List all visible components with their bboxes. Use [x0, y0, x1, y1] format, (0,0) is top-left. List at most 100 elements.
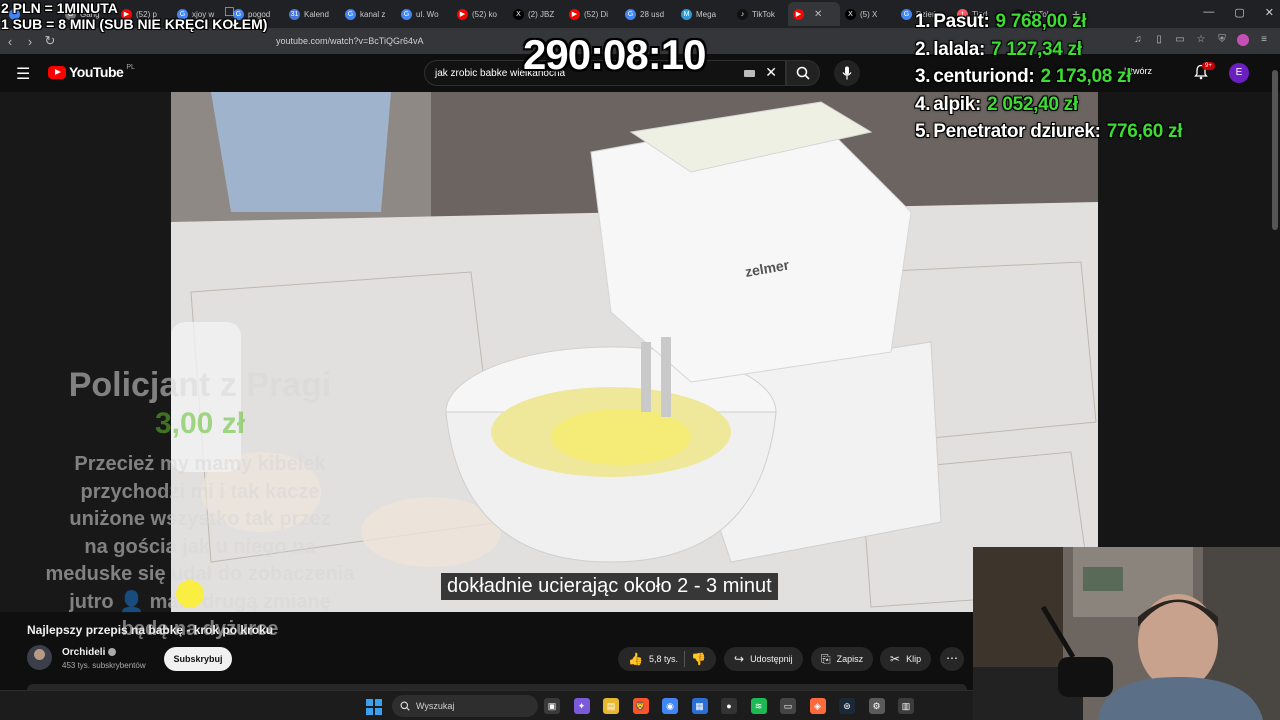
close-tab-icon[interactable]: ✕ [814, 9, 822, 20]
tab-favicon-icon: G [625, 8, 636, 20]
leaderboard-amount: 2 052,40 zł [987, 93, 1078, 115]
donation-rate-overlay: 2 PLN = 1MINUTA 1 SUB = 8 MIN (SUB NIE K… [1, 0, 267, 32]
browser-tab[interactable]: X (2) JBZ [508, 2, 564, 26]
browser-tab[interactable]: M Mega [676, 2, 732, 26]
youtube-play-icon [48, 65, 66, 79]
cursor-highlight [176, 580, 204, 608]
leaderboard-name: centuriond: [933, 66, 1035, 87]
leaderboard-amount: 7 127,34 zł [991, 38, 1082, 60]
steam-icon[interactable]: ⊛ [839, 698, 855, 714]
browser-tab[interactable]: 31 Kalend [284, 2, 340, 26]
url-field[interactable]: youtube.com/watch?v=BcTiQGr64vA [276, 36, 423, 46]
menu-icon[interactable]: ≡ [1258, 34, 1270, 46]
subscriber-count: 453 tys. subskrybentów [62, 661, 146, 670]
tab-favicon-icon: ♪ [737, 8, 748, 20]
browser-tab[interactable]: Gul. Wo [396, 2, 452, 26]
profile-icon[interactable] [1237, 34, 1249, 46]
browser-tab[interactable]: ▶ (52) ko [452, 2, 508, 26]
dislike-icon[interactable]: 👎 [691, 652, 706, 666]
leaderboard-row: 5. Penetrator dziurek: 776,60 zł [915, 118, 1182, 146]
save-button[interactable]: ⎘ Zapisz [811, 647, 874, 671]
verified-icon [108, 648, 117, 657]
webcam-image [973, 547, 1280, 720]
donation-amount: 3,00 zł [154, 407, 246, 440]
taskbar-search-icon [400, 701, 410, 711]
browser-icon[interactable]: ◈ [809, 698, 826, 714]
window-controls: — ▢ ✕ [1203, 6, 1274, 19]
page-scrollbar[interactable] [1272, 70, 1278, 230]
leaderboard-row: 3. centuriond: 2 173,08 zł [915, 63, 1182, 91]
forward-icon[interactable]: › [20, 34, 40, 49]
video-subtitle: dokładnie ucierając około 2 - 3 minut [441, 573, 778, 600]
reload-icon[interactable]: ↻ [40, 33, 60, 49]
subscribe-button[interactable]: Subskrybuj [164, 647, 232, 671]
back-icon[interactable]: ‹ [0, 34, 20, 49]
channel-avatar[interactable] [27, 645, 52, 670]
leaderboard-amount: 9 768,00 zł [995, 11, 1087, 32]
keyboard-icon[interactable] [744, 70, 755, 77]
copilot-icon[interactable]: ✦ [573, 698, 590, 714]
calculator-icon[interactable]: ▥ [898, 698, 914, 714]
youtube-logo[interactable]: YouTube PL [48, 64, 135, 80]
brave-icon[interactable]: 🦁 [632, 698, 649, 714]
browser-tab[interactable]: ▶ (52) Di [564, 2, 620, 26]
right-background [1098, 92, 1280, 547]
tab-favicon-icon: X [845, 8, 856, 20]
tab-label: 28 usd [640, 9, 665, 19]
monitor-app-icon[interactable]: ▭ [780, 698, 796, 714]
tab-favicon-icon: 31 [289, 8, 300, 20]
clip-button[interactable]: ✂ Klip [880, 647, 932, 671]
settings-icon[interactable]: ⚙ [868, 698, 885, 714]
windows-start-icon[interactable] [366, 699, 382, 715]
donation-message-line: na gościa jak u niego na [84, 535, 316, 558]
tab-favicon-icon: ▶ [457, 8, 468, 20]
more-actions-button[interactable]: ⋯ [940, 647, 964, 671]
leaderboard-amount: 776,60 zł [1106, 121, 1183, 142]
tab-label: ul. Wo [416, 9, 439, 19]
maximize-icon[interactable]: ▢ [1234, 6, 1244, 19]
clear-search-icon[interactable]: ✕ [765, 64, 777, 81]
channel-name[interactable]: Orchideli [62, 647, 117, 658]
tab-favicon-icon: ▶ [793, 8, 804, 20]
save-icon: ⎘ [821, 651, 831, 666]
leaderboard-row: 2. lalala: 7 127,34 zł [915, 36, 1182, 64]
shield-icon[interactable]: ⛨ [1216, 34, 1228, 46]
search-button[interactable] [786, 60, 820, 86]
task-view-icon[interactable]: ▣ [544, 698, 560, 714]
close-window-icon[interactable]: ✕ [1265, 6, 1274, 19]
scissors-icon: ✂ [890, 652, 901, 666]
leaderboard-amount: 2 173,08 zł [1040, 66, 1132, 87]
donation-message: Przecież my mamy kibelek przychodzi mi i … [20, 451, 380, 644]
browser-tab[interactable]: G 28 usd [620, 2, 676, 26]
account-avatar[interactable]: E [1229, 63, 1249, 83]
leaderboard-rank: 4. [915, 93, 931, 115]
store-icon[interactable]: ▦ [691, 698, 708, 714]
like-icon[interactable]: 👍 [628, 652, 643, 666]
leaderboard-row: 1. Pasut: 9 768,00 zł [915, 8, 1182, 36]
like-count[interactable]: 5,8 tys. [649, 654, 678, 664]
spotify-icon[interactable]: ≋ [750, 698, 767, 714]
leaderboard-rank: 3. [915, 66, 931, 87]
star-icon[interactable]: ☆ [1195, 34, 1207, 46]
hamburger-menu-icon[interactable]: ☰ [16, 64, 30, 84]
country-code: PL [126, 63, 135, 71]
browser-tab[interactable]: ▶ ✕ [788, 2, 840, 26]
browser-tab[interactable]: X (5) X [840, 2, 896, 26]
webcam-feed [973, 547, 1280, 720]
leaderboard-name: Penetrator dziurek: [933, 121, 1101, 142]
channel-name-text[interactable]: Orchideli [62, 647, 105, 658]
browser-tab[interactable]: Gkanal z [340, 2, 396, 26]
tab-favicon-icon: G [401, 8, 412, 20]
donation-message-line: uniżone wszystko tak przez [69, 508, 331, 530]
leaderboard-rank: 5. [915, 121, 931, 142]
share-button[interactable]: ↪ Udostępnij [724, 647, 803, 671]
file-explorer-icon[interactable]: ▤ [603, 698, 619, 714]
browser-tab[interactable]: ♪ TikTok [732, 2, 788, 26]
chrome-icon[interactable]: ◉ [662, 698, 678, 714]
voice-search-button[interactable] [834, 60, 860, 86]
donation-leaderboard: 1. Pasut: 9 768,00 zł 2. lalala: 7 127,34 zł 3… [915, 8, 1182, 146]
minimize-icon[interactable]: — [1203, 6, 1214, 19]
share-icon: ↪ [734, 652, 745, 666]
taskbar-search[interactable]: Wyszukaj [392, 695, 538, 717]
app-icon[interactable]: ● [721, 698, 737, 714]
